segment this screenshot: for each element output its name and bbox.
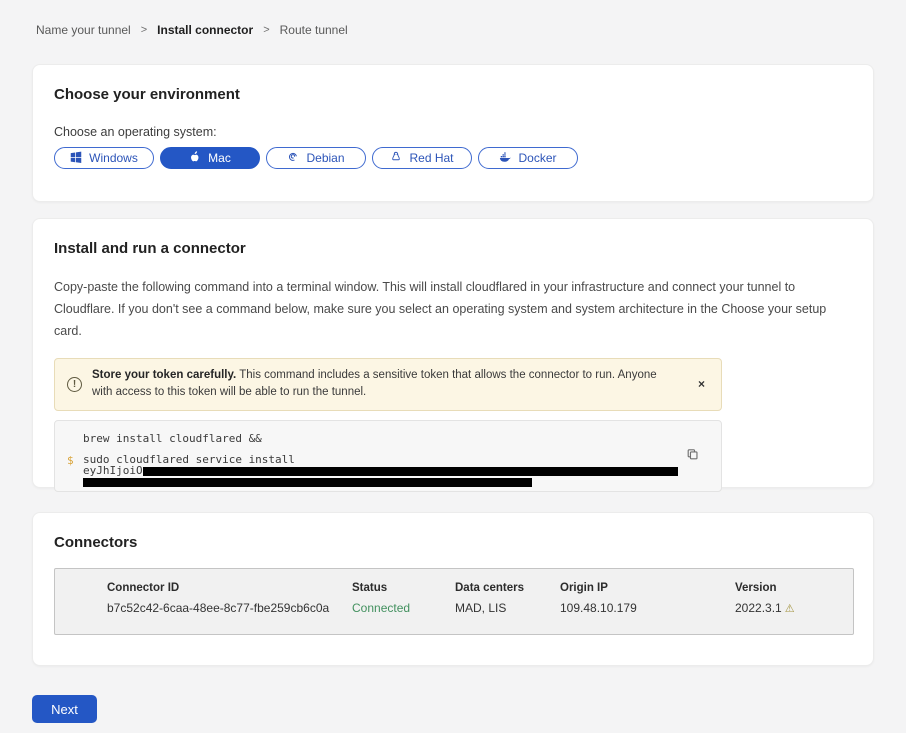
warning-triangle-icon: ⚠ [785, 603, 795, 615]
breadcrumb-install-connector[interactable]: Install connector [157, 23, 253, 37]
debian-icon [287, 151, 299, 166]
close-icon[interactable]: × [694, 377, 709, 391]
token-warning-title: Store your token carefully. [92, 369, 236, 381]
connectors-card-title: Connectors [54, 534, 852, 551]
breadcrumb-separator: > [141, 24, 147, 36]
windows-icon [70, 151, 82, 166]
header-data-centers: Data centers [455, 582, 560, 594]
environment-card: Choose your environment Choose an operat… [32, 64, 874, 202]
connectors-table-header: Connector ID Status Data centers Origin … [107, 582, 853, 594]
header-version: Version [735, 582, 853, 594]
connectors-card: Connectors Connector ID Status Data cent… [32, 512, 874, 666]
install-connector-card: Install and run a connector Copy-paste t… [32, 218, 874, 488]
header-origin-ip: Origin IP [560, 582, 735, 594]
token-line-2 [83, 476, 697, 487]
breadcrumb-separator: > [263, 24, 269, 36]
breadcrumb-name-your-tunnel[interactable]: Name your tunnel [36, 23, 131, 37]
token-warning-banner: ! Store your token carefully. This comma… [54, 358, 722, 412]
status-badge: Connected [352, 601, 455, 615]
cell-connector-id: b7c52c42-6caa-48ee-8c77-fbe259cb6c0a [107, 601, 352, 615]
alert-circle-icon: ! [67, 377, 82, 392]
os-button-label: Mac [208, 151, 231, 165]
command-line-brew: brew install cloudflared && [83, 433, 697, 444]
token-warning-text: Store your token carefully. This command… [92, 367, 680, 403]
redacted-token-bar [83, 478, 532, 487]
copy-icon[interactable] [686, 448, 699, 464]
footer-actions: Next [32, 695, 874, 723]
os-button-docker[interactable]: Docker [478, 147, 578, 169]
header-connector-id: Connector ID [107, 582, 352, 594]
redhat-linux-icon [390, 151, 402, 166]
header-status: Status [352, 582, 455, 594]
os-button-label: Docker [518, 151, 556, 165]
os-button-group: Windows Mac Debian Red Hat [54, 147, 852, 169]
page-background: Name your tunnel > Install connector > R… [0, 0, 906, 733]
table-row: b7c52c42-6caa-48ee-8c77-fbe259cb6c0a Con… [107, 601, 853, 615]
apple-icon [189, 151, 201, 166]
command-line-service-install: sudo cloudflared service install [83, 454, 697, 465]
docker-icon [499, 151, 511, 166]
os-button-redhat[interactable]: Red Hat [372, 147, 472, 169]
breadcrumb-route-tunnel[interactable]: Route tunnel [280, 23, 348, 37]
os-button-label: Windows [89, 151, 138, 165]
install-command-codeblock: $ brew install cloudflared && sudo cloud… [54, 420, 722, 492]
cell-origin-ip: 109.48.10.179 [560, 601, 735, 615]
shell-prompt: $ [67, 454, 74, 467]
connectors-table: Connector ID Status Data centers Origin … [54, 568, 854, 635]
cell-data-centers: MAD, LIS [455, 601, 560, 615]
os-button-windows[interactable]: Windows [54, 147, 154, 169]
os-button-debian[interactable]: Debian [266, 147, 366, 169]
install-description: Copy-paste the following command into a … [54, 277, 852, 343]
token-line: eyJhIjoiO [83, 465, 697, 476]
breadcrumb: Name your tunnel > Install connector > R… [0, 0, 906, 37]
environment-card-title: Choose your environment [54, 86, 852, 103]
redacted-token-bar [143, 467, 678, 476]
os-button-label: Debian [306, 151, 344, 165]
os-select-label: Choose an operating system: [54, 125, 852, 139]
version-value: 2022.3.1 [735, 601, 782, 615]
cell-version: 2022.3.1⚠ [735, 601, 853, 615]
os-button-mac[interactable]: Mac [160, 147, 260, 169]
install-card-title: Install and run a connector [54, 240, 852, 257]
next-button[interactable]: Next [32, 695, 97, 723]
os-button-label: Red Hat [409, 151, 453, 165]
